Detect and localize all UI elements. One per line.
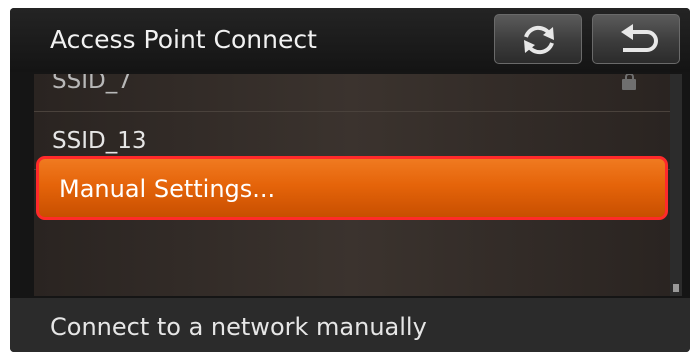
- network-list: SSID_7 SSID_13 Manual Settings...: [34, 74, 670, 296]
- back-arrow-icon: [621, 24, 658, 52]
- page-title: Access Point Connect: [50, 25, 317, 54]
- scrollbar-thumb[interactable]: [673, 284, 679, 292]
- hint-bar: Connect to a network manually: [10, 298, 690, 352]
- back-button[interactable]: [592, 14, 680, 64]
- list-item-manual-settings[interactable]: Manual Settings...: [36, 156, 668, 220]
- refresh-button[interactable]: [494, 14, 582, 64]
- list-item-label: SSID_13: [52, 128, 147, 154]
- list-item-empty: [34, 224, 670, 296]
- list-item-label: SSID_7: [52, 74, 132, 94]
- list-item-label: Manual Settings...: [59, 175, 276, 203]
- lock-icon: [622, 74, 636, 90]
- hint-text: Connect to a network manually: [50, 313, 427, 341]
- list-item-ssid-7[interactable]: SSID_7: [34, 74, 670, 112]
- camera-screen: Access Point Connect SSID_7 SSID_13 Manu…: [10, 8, 690, 352]
- header-bar: Access Point Connect: [10, 8, 690, 72]
- scrollbar[interactable]: [670, 74, 682, 296]
- refresh-icon: [524, 25, 554, 55]
